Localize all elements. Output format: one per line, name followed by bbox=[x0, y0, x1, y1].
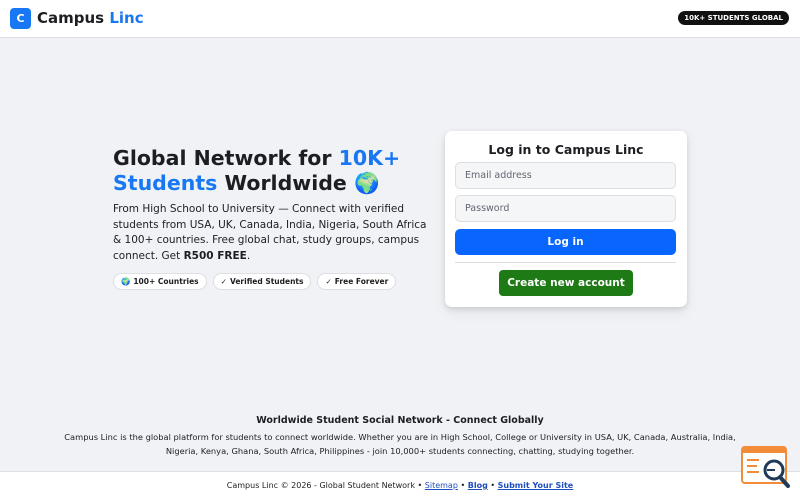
hero-description: From High School to University — Connect… bbox=[113, 202, 428, 264]
pill-label: 100+ Countries bbox=[133, 277, 199, 286]
logo-letter: C bbox=[16, 12, 25, 25]
hero-title-part2: Worldwide bbox=[217, 171, 354, 195]
email-field[interactable] bbox=[455, 162, 676, 189]
logo-icon[interactable]: C bbox=[10, 8, 31, 29]
check-icon: ✓ bbox=[325, 277, 332, 286]
create-account-button[interactable]: Create new account bbox=[499, 270, 633, 296]
footer-separator: • bbox=[457, 481, 468, 490]
hero-title-part1: Global Network for bbox=[113, 146, 339, 170]
login-divider bbox=[455, 262, 676, 263]
hero-description-main: From High School to University — Connect… bbox=[113, 203, 427, 262]
check-icon: ✓ bbox=[220, 277, 227, 286]
submit-site-link[interactable]: Submit Your Site bbox=[498, 481, 574, 490]
pill-verified: ✓ Verified Students bbox=[212, 273, 312, 290]
footer-copyright: Campus Linc © 2026 - Global Student Netw… bbox=[226, 481, 425, 490]
pill-countries: 🌍 100+ Countries bbox=[113, 273, 207, 290]
brand-first: Campus bbox=[37, 9, 105, 27]
hero-title: Global Network for 10K+ Students Worldwi… bbox=[113, 146, 433, 196]
hero-description-bold: R500 FREE bbox=[183, 249, 247, 262]
sitemap-link[interactable]: Sitemap bbox=[425, 481, 458, 490]
brand-second: Linc bbox=[109, 9, 144, 27]
feature-pills: 🌍 100+ Countries ✓ Verified Students ✓ Free… bbox=[113, 273, 397, 290]
pill-label: Verified Students bbox=[229, 277, 304, 286]
pill-label: Free Forever bbox=[334, 277, 389, 286]
login-button[interactable]: Log in bbox=[455, 229, 676, 255]
password-field[interactable] bbox=[455, 195, 676, 222]
brand-name[interactable]: Campus Linc bbox=[37, 9, 144, 27]
search-doc-widget-icon[interactable] bbox=[741, 446, 791, 488]
blog-link[interactable]: Blog bbox=[468, 481, 488, 490]
login-card: Log in to Campus Linc Log in Create new … bbox=[445, 131, 687, 307]
students-badge: 10K+ STUDENTS GLOBAL bbox=[678, 11, 789, 25]
footer: Campus Linc © 2026 - Global Student Netw… bbox=[0, 471, 800, 500]
globe-icon: 🌍 bbox=[121, 277, 131, 286]
info-text: Campus Linc is the global platform for s… bbox=[64, 432, 736, 456]
pill-free: ✓ Free Forever bbox=[317, 273, 397, 290]
top-header: C Campus Linc 10K+ STUDENTS GLOBAL bbox=[0, 0, 800, 38]
info-title: Worldwide Student Social Network - Conne… bbox=[256, 415, 544, 426]
hero-description-end: . bbox=[246, 249, 251, 262]
footer-separator: • bbox=[487, 481, 498, 490]
login-title: Log in to Campus Linc bbox=[488, 142, 644, 157]
globe-emoji-icon: 🌍 bbox=[353, 171, 380, 195]
footer-line: Campus Linc © 2026 - Global Student Netw… bbox=[0, 481, 800, 490]
